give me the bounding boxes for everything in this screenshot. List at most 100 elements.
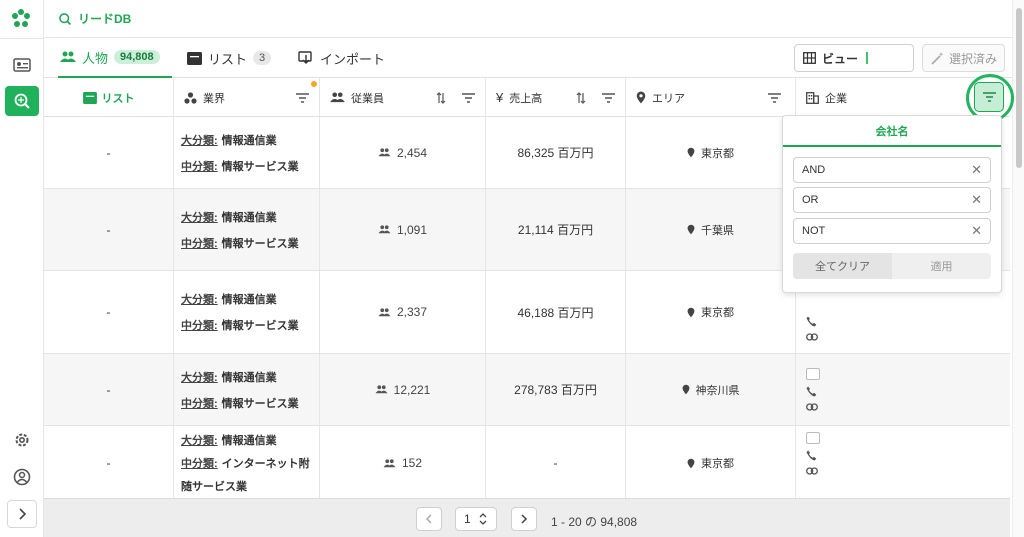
sales-sort-button[interactable] <box>576 91 586 104</box>
company-checkbox[interactable] <box>806 432 820 444</box>
link-icon[interactable] <box>806 403 818 411</box>
contacts-nav-button[interactable] <box>5 50 39 80</box>
rail-divider <box>0 38 44 39</box>
input-label: OR <box>802 194 819 206</box>
prev-page-button[interactable] <box>416 507 442 531</box>
area-value: 東京都 <box>701 307 734 319</box>
expand-sidebar-button[interactable] <box>7 500 37 528</box>
filter-icon <box>982 92 996 102</box>
major-value: 情報通信業 <box>221 134 277 147</box>
minor-label: 中分類: <box>181 237 218 250</box>
tab-import[interactable]: インポート <box>298 38 385 78</box>
area-filter-button[interactable] <box>768 92 781 103</box>
close-icon[interactable]: ✕ <box>971 162 982 178</box>
settings-button[interactable] <box>5 425 39 455</box>
company-checkbox[interactable] <box>806 368 820 380</box>
employees-cell: 1,091 <box>320 189 486 270</box>
employees-filter-button[interactable] <box>462 92 475 103</box>
column-label: 企業 <box>825 92 847 105</box>
close-icon[interactable]: ✕ <box>971 223 982 239</box>
tab-label: リスト <box>208 51 248 67</box>
account-button[interactable] <box>5 462 39 492</box>
input-label: NOT <box>802 225 826 237</box>
tab-list[interactable]: リスト 3 <box>187 38 272 78</box>
employees-sort-button[interactable] <box>436 91 446 104</box>
view-button[interactable]: ビュー <box>794 44 914 72</box>
sales-cell: 21,114 百万円 <box>486 189 626 270</box>
industry-icon <box>184 91 197 104</box>
sales-cell: 46,188 百万円 <box>486 271 626 353</box>
not-filter-input[interactable]: NOT ✕ <box>793 218 991 244</box>
minor-value: インターネット附 <box>221 458 310 470</box>
app-title: リードDB <box>78 12 132 26</box>
selected-label: 選択済み <box>949 51 998 66</box>
major-value: 情報通信業 <box>221 435 277 447</box>
next-page-button[interactable] <box>511 507 537 531</box>
sales-filter-button[interactable] <box>602 92 615 103</box>
location-pin-icon <box>687 458 695 468</box>
minor-label: 中分類: <box>181 160 218 173</box>
minor-value-continued: 随サービス業 <box>181 481 247 493</box>
and-filter-input[interactable]: AND ✕ <box>793 157 991 183</box>
industry-filter-button[interactable] <box>296 92 309 103</box>
search-globe-icon <box>59 12 72 25</box>
updown-chevron-icon <box>479 513 487 525</box>
popup-title: 会社名 <box>783 116 1001 147</box>
minor-value: 情報サービス業 <box>221 160 299 173</box>
view-indicator <box>866 52 869 64</box>
list-cell: - <box>44 426 174 498</box>
company-filter-button[interactable] <box>974 82 1004 112</box>
area-value: 千葉県 <box>701 224 734 237</box>
building-icon <box>806 91 819 104</box>
employees-value: 1,091 <box>396 222 428 237</box>
pagination-info: 1 - 20 の 94,808 <box>551 515 638 529</box>
major-value: 情報通信業 <box>221 211 277 224</box>
column-header-list[interactable]: リスト <box>44 78 174 117</box>
table-row[interactable]: - 大分類: 情報通信業 中分類: 情報サービス業 12,221 278,783 百… <box>44 354 1010 426</box>
minor-value: 情報サービス業 <box>221 237 299 250</box>
column-header-industry: 業界 <box>174 78 320 117</box>
area-cell: 東京都 <box>626 271 796 353</box>
phone-icon[interactable] <box>806 386 817 397</box>
clear-all-button[interactable]: 全てクリア <box>793 253 892 279</box>
selected-button[interactable]: 選択済み <box>922 44 1005 72</box>
area-cell: 東京都 <box>626 426 796 498</box>
scrollbar-thumb[interactable] <box>1016 8 1022 168</box>
minor-value: 情報サービス業 <box>221 320 299 332</box>
list-cell: - <box>44 117 174 188</box>
or-filter-input[interactable]: OR ✕ <box>793 187 991 213</box>
link-icon[interactable] <box>806 333 818 341</box>
people-icon <box>330 92 345 103</box>
industry-cell: 大分類: 情報通信業 中分類: 情報サービス業 <box>174 271 320 353</box>
close-icon[interactable]: ✕ <box>971 192 982 208</box>
page-select[interactable]: 1 <box>455 507 497 531</box>
link-icon[interactable] <box>806 467 818 475</box>
apply-button[interactable]: 適用 <box>892 253 991 279</box>
view-label: ビュー <box>822 51 859 66</box>
import-icon <box>298 51 312 64</box>
phone-icon[interactable] <box>806 450 817 461</box>
count-badge: 3 <box>253 51 272 65</box>
list-cell: - <box>44 189 174 270</box>
magic-wand-icon <box>931 51 944 65</box>
major-label: 大分類: <box>181 211 218 224</box>
scrollbar[interactable] <box>1012 0 1024 537</box>
location-pin-icon <box>687 307 695 317</box>
major-label: 大分類: <box>181 294 218 306</box>
employees-cell: 152 <box>320 426 486 498</box>
table-header: リスト 業界 従業員 ¥ 売上高 エリア 企業 <box>44 78 1010 117</box>
tab-people[interactable]: 人物 94,808 <box>58 38 172 78</box>
minor-label: 中分類: <box>181 320 218 332</box>
list-cell: - <box>44 271 174 353</box>
left-rail <box>0 0 44 537</box>
sales-cell: 86,325 百万円 <box>486 117 626 188</box>
page-number: 1 <box>464 512 471 526</box>
table-row[interactable]: - 大分類: 情報通信業 中分類: インターネット附 随サービス業 152 - 東京… <box>44 426 1010 498</box>
pagination-bar: 1 1 - 20 の 94,808 <box>44 498 1010 537</box>
filter-icon <box>296 92 309 103</box>
area-cell: 神奈川県 <box>626 354 796 425</box>
location-pin-icon <box>636 91 646 104</box>
lead-db-nav-button[interactable] <box>5 86 39 116</box>
phone-icon[interactable] <box>806 316 817 327</box>
gear-icon <box>15 433 29 447</box>
